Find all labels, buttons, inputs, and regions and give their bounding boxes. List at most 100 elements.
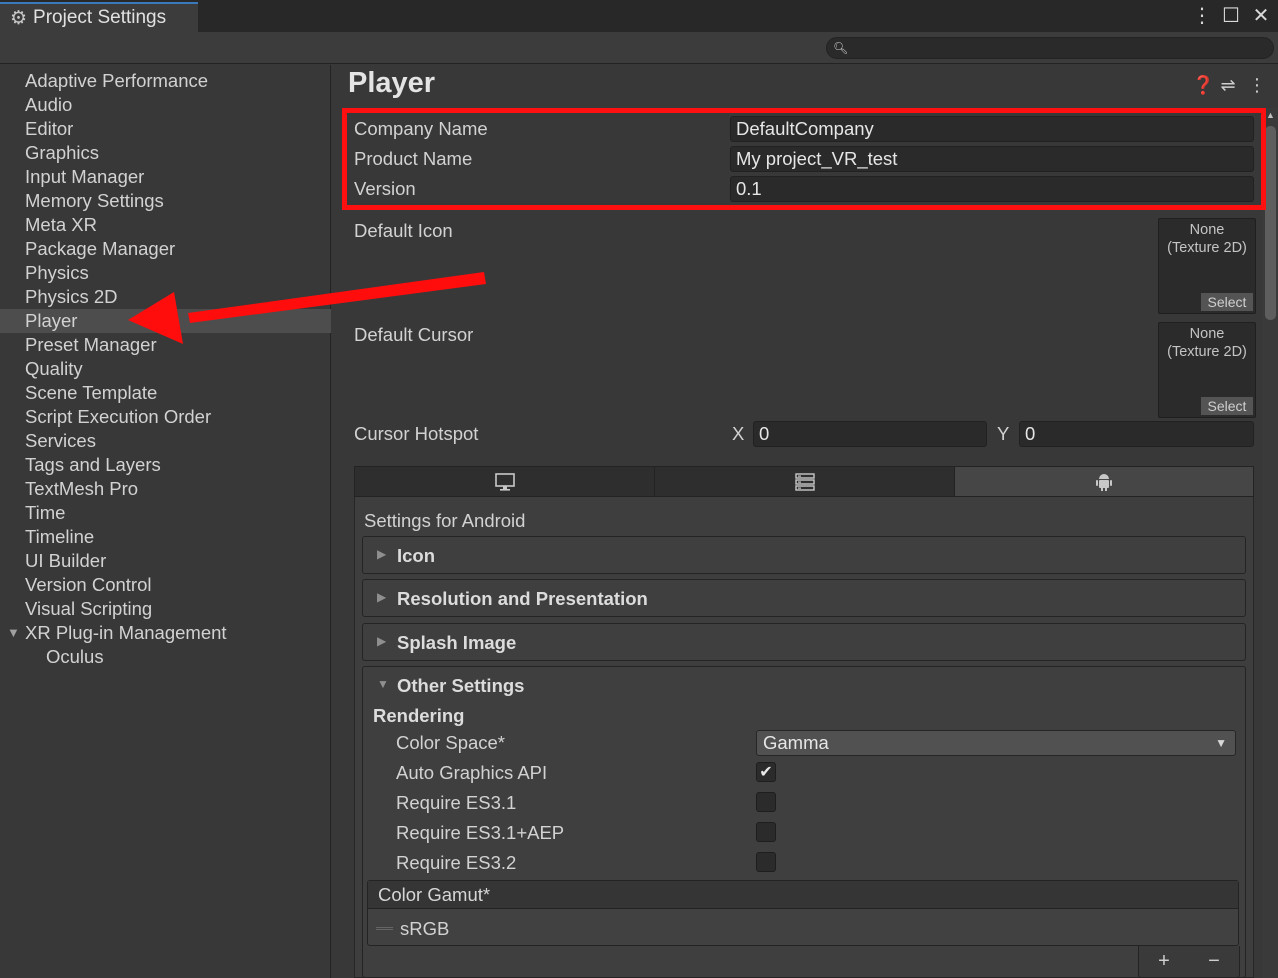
sidebar-item-scene-template[interactable]: Scene Template — [0, 381, 331, 405]
tab-android[interactable] — [955, 467, 1253, 496]
tab-standalone[interactable] — [355, 467, 655, 496]
default-cursor-label: Default Cursor — [354, 324, 474, 345]
expand-arrow-icon[interactable]: ▼ — [7, 621, 20, 645]
scroll-up-arrow-icon[interactable]: ▲ — [1266, 110, 1275, 120]
default-cursor-slot[interactable]: None (Texture 2D) Select — [1158, 322, 1256, 418]
highlight-box — [342, 108, 1266, 210]
sidebar-item-textmesh-pro[interactable]: TextMesh Pro — [0, 477, 331, 501]
color-gamut-label: Color Gamut* — [378, 884, 491, 905]
sidebar-item-physics[interactable]: Physics — [0, 261, 331, 285]
sidebar-item-label: XR Plug-in Management — [25, 622, 227, 643]
hotspot-x-label: X — [732, 423, 745, 444]
sidebar-item-graphics[interactable]: Graphics — [0, 141, 331, 165]
drag-handle-icon[interactable]: ══ — [376, 921, 393, 935]
dropdown-value: Gamma — [763, 732, 829, 753]
splash-image-foldout[interactable]: ▶ Splash Image — [362, 623, 1246, 661]
default-icon-label: Default Icon — [354, 220, 453, 241]
list-controls: + − — [1138, 946, 1240, 978]
rendering-heading: Rendering — [373, 705, 465, 726]
sidebar-item-tags-and-layers[interactable]: Tags and Layers — [0, 453, 331, 477]
window-controls: ⋮ ☐ ✕ — [1192, 3, 1270, 28]
sidebar-item-quality[interactable]: Quality — [0, 357, 331, 381]
tab-bar: ⚙ Project Settings ⋮ ☐ ✕ — [0, 0, 1278, 32]
search-box[interactable]: 🔍︎ — [826, 37, 1274, 59]
sidebar-item-visual-scripting[interactable]: Visual Scripting — [0, 597, 331, 621]
auto-graphics-api-checkbox[interactable]: ✔ — [756, 762, 776, 782]
require-es31-label: Require ES3.1 — [396, 792, 517, 813]
sidebar-item-physics-2d[interactable]: Physics 2D — [0, 285, 331, 309]
search-icon: 🔍︎ — [833, 41, 849, 55]
collapsed-arrow-icon: ▶ — [377, 634, 387, 648]
select-texture-button[interactable]: Select — [1201, 293, 1253, 311]
maximize-icon[interactable]: ☐ — [1222, 3, 1240, 28]
sidebar-item-package-manager[interactable]: Package Manager — [0, 237, 331, 261]
hotspot-y-label: Y — [997, 423, 1010, 444]
require-es32-checkbox[interactable] — [756, 852, 776, 872]
require-es31-aep-label: Require ES3.1+AEP — [396, 822, 565, 843]
sidebar-item-preset-manager[interactable]: Preset Manager — [0, 333, 331, 357]
monitor-icon — [494, 472, 515, 491]
android-icon — [1096, 473, 1112, 491]
preset-icon[interactable]: ⇌ — [1220, 75, 1236, 96]
remove-item-button[interactable]: − — [1208, 950, 1220, 973]
more-options-icon[interactable]: ⋮ — [1192, 3, 1212, 28]
page-title: Player — [348, 67, 436, 99]
other-settings-foldout[interactable]: ▼ Other Settings — [362, 666, 1246, 704]
color-space-label: Color Space* — [396, 732, 506, 753]
sidebar-item-time[interactable]: Time — [0, 501, 331, 525]
foldout-title: Icon — [397, 545, 436, 566]
tab-server[interactable] — [655, 467, 955, 496]
foldout-title: Other Settings — [397, 675, 525, 696]
foldout-title: Splash Image — [397, 632, 517, 653]
color-gamut-value: sRGB — [400, 918, 450, 939]
sidebar-item-script-execution-order[interactable]: Script Execution Order — [0, 405, 331, 429]
more-options-icon[interactable]: ⋮ — [1248, 75, 1266, 96]
scrollbar-thumb[interactable] — [1265, 126, 1276, 320]
default-icon-slot[interactable]: None (Texture 2D) Select — [1158, 218, 1256, 314]
add-item-button[interactable]: + — [1158, 950, 1170, 973]
sidebar-item-player[interactable]: Player — [0, 309, 331, 333]
resolution-foldout[interactable]: ▶ Resolution and Presentation — [362, 579, 1246, 617]
sidebar-item-ui-builder[interactable]: UI Builder — [0, 549, 331, 573]
require-es32-label: Require ES3.2 — [396, 852, 517, 873]
texture-slot-text: None (Texture 2D) — [1167, 326, 1247, 360]
sidebar-item-version-control[interactable]: Version Control — [0, 573, 331, 597]
color-space-dropdown[interactable]: Gamma ▼ — [756, 730, 1236, 756]
sidebar-item-adaptive-performance[interactable]: Adaptive Performance — [0, 69, 331, 93]
sidebar-item-editor[interactable]: Editor — [0, 117, 331, 141]
list-item[interactable]: ══ sRGB — [368, 915, 1238, 943]
toolbar: 🔍︎ — [0, 32, 1278, 64]
require-es31-checkbox[interactable] — [756, 792, 776, 812]
hotspot-x-field[interactable]: 0 — [753, 421, 987, 447]
project-settings-window: ⚙ Project Settings ⋮ ☐ ✕ 🔍︎ Adaptive Per… — [0, 0, 1278, 978]
sidebar-item-timeline[interactable]: Timeline — [0, 525, 331, 549]
require-es31-aep-checkbox[interactable] — [756, 822, 776, 842]
texture-slot-text: None (Texture 2D) — [1167, 222, 1247, 256]
server-icon — [794, 472, 815, 491]
icon-foldout[interactable]: ▶ Icon — [362, 536, 1246, 574]
sidebar-item-audio[interactable]: Audio — [0, 93, 331, 117]
close-icon[interactable]: ✕ — [1252, 3, 1270, 28]
dropdown-caret-icon: ▼ — [1215, 736, 1227, 750]
search-input[interactable] — [852, 40, 1253, 56]
help-icon[interactable]: ❓ — [1192, 75, 1214, 96]
gear-icon: ⚙ — [10, 7, 28, 29]
sidebar-item-oculus[interactable]: Oculus — [0, 645, 331, 669]
sidebar-item-meta-xr[interactable]: Meta XR — [0, 213, 331, 237]
settings-for-android-label: Settings for Android — [364, 510, 526, 531]
auto-graphics-api-label: Auto Graphics API — [396, 762, 548, 783]
sidebar-item-services[interactable]: Services — [0, 429, 331, 453]
color-gamut-header: Color Gamut* — [368, 881, 1238, 909]
hotspot-y-field[interactable]: 0 — [1019, 421, 1254, 447]
color-gamut-list: Color Gamut* ══ sRGB — [367, 880, 1239, 946]
tab-project-settings[interactable]: ⚙ Project Settings — [0, 2, 198, 32]
foldout-title: Resolution and Presentation — [397, 588, 648, 609]
settings-sidebar: Adaptive Performance Audio Editor Graphi… — [0, 65, 331, 978]
sidebar-item-xr-plugin-management[interactable]: ▼ XR Plug-in Management — [0, 621, 331, 645]
sidebar-item-memory-settings[interactable]: Memory Settings — [0, 189, 331, 213]
expanded-arrow-icon: ▼ — [377, 677, 389, 691]
select-texture-button[interactable]: Select — [1201, 397, 1253, 415]
check-icon: ✔ — [759, 764, 773, 781]
sidebar-item-input-manager[interactable]: Input Manager — [0, 165, 331, 189]
collapsed-arrow-icon: ▶ — [377, 590, 387, 604]
